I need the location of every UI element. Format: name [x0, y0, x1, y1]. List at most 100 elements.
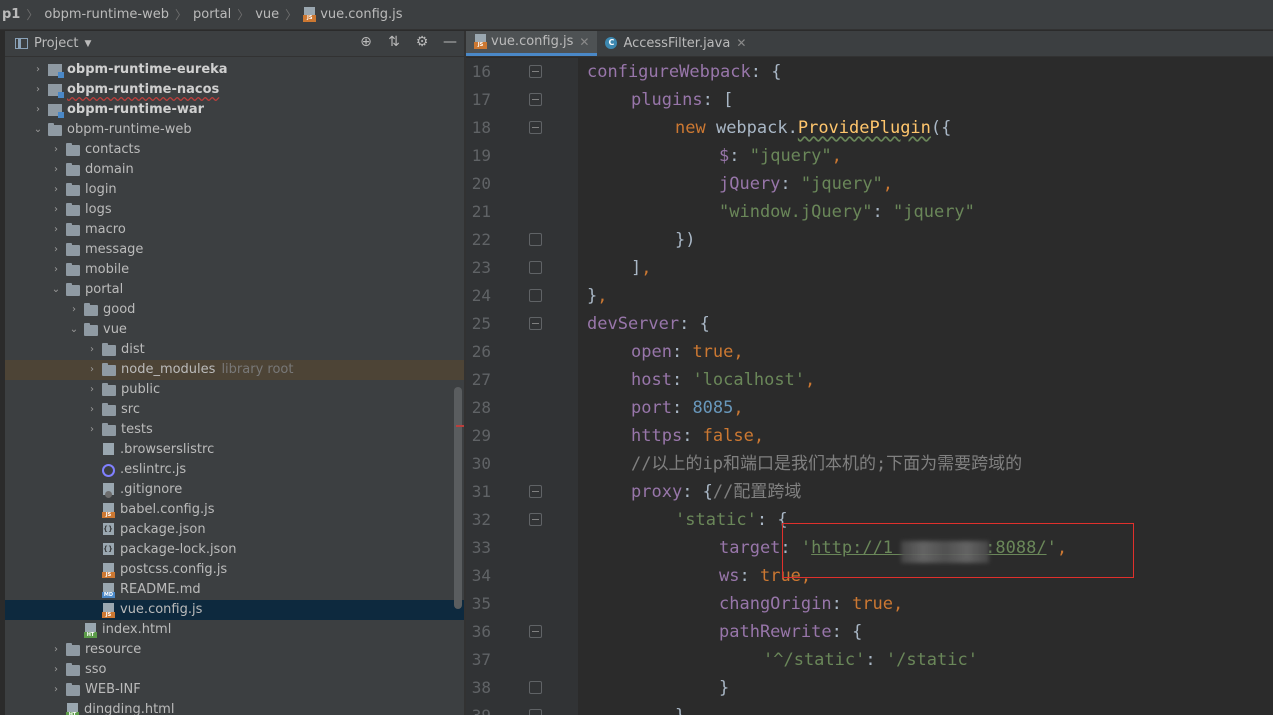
- chevron-right-icon[interactable]: ›: [86, 340, 98, 360]
- code-line[interactable]: 16 configureWebpack: {: [466, 58, 1273, 86]
- code-line[interactable]: 36 pathRewrite: {: [466, 618, 1273, 646]
- code-line[interactable]: 29 https: false,: [466, 422, 1273, 450]
- close-icon[interactable]: ✕: [736, 36, 746, 50]
- tree-item-logs[interactable]: › logs: [5, 200, 464, 220]
- tree-scrollbar[interactable]: [454, 387, 462, 609]
- code-line[interactable]: 39}: [466, 702, 1273, 715]
- tab-vue-config[interactable]: JS vue.config.js ✕: [466, 31, 598, 56]
- chevron-down-icon[interactable]: ⌄: [32, 120, 44, 140]
- tree-item-web-inf[interactable]: › WEB-INF: [5, 680, 464, 700]
- tree-item-public[interactable]: › public: [5, 380, 464, 400]
- chevron-right-icon[interactable]: ›: [86, 380, 98, 400]
- tree-item-sso[interactable]: › sso: [5, 660, 464, 680]
- tree-item-babel-config-js[interactable]: JS babel.config.js: [5, 500, 464, 520]
- chevron-down-icon[interactable]: ⌄: [50, 280, 62, 300]
- chevron-right-icon[interactable]: ›: [32, 60, 44, 80]
- breadcrumb-file[interactable]: vue.config.js: [320, 7, 402, 22]
- tree-item-message[interactable]: › message: [5, 240, 464, 260]
- code-line[interactable]: 38}: [466, 674, 1273, 702]
- tree-item-tests[interactable]: › tests: [5, 420, 464, 440]
- close-icon[interactable]: ✕: [579, 35, 589, 49]
- chevron-right-icon[interactable]: ›: [86, 420, 98, 440]
- tree-item-eslintrc-js[interactable]: .eslintrc.js: [5, 460, 464, 480]
- project-view-selector[interactable]: Project: [34, 36, 78, 51]
- chevron-right-icon[interactable]: ›: [50, 200, 62, 220]
- code-line[interactable]: 17 plugins: [: [466, 86, 1273, 114]
- hide-panel-icon[interactable]: —: [442, 34, 458, 50]
- tree-item-postcss-config-js[interactable]: JS postcss.config.js: [5, 560, 464, 580]
- tree-item-macro[interactable]: › macro: [5, 220, 464, 240]
- code-area[interactable]: 16 configureWebpack: {17 plugins: [18 new w…: [466, 58, 1273, 715]
- breadcrumb-module[interactable]: obpm-runtime-web: [44, 7, 169, 22]
- tree-item-dingding-html[interactable]: HT dingding.html: [5, 700, 464, 715]
- code-line[interactable]: 22}): [466, 226, 1273, 254]
- tree-item-contacts[interactable]: › contacts: [5, 140, 464, 160]
- locate-file-icon[interactable]: ⊕: [358, 34, 374, 50]
- dropdown-caret-icon[interactable]: ▼: [84, 39, 91, 49]
- tree-item-readme-md[interactable]: MD README.md: [5, 580, 464, 600]
- tree-item-browserslistrc[interactable]: .browserslistrc: [5, 440, 464, 460]
- code-line[interactable]: 25 devServer: {: [466, 310, 1273, 338]
- chevron-right-icon[interactable]: ›: [86, 360, 98, 380]
- tree-item-package-lock-json[interactable]: package-lock.json: [5, 539, 464, 560]
- code-line[interactable]: 19 $: "jquery",: [466, 142, 1273, 170]
- fold-marker-icon[interactable]: [529, 317, 542, 330]
- tree-item-obpm-runtime-war[interactable]: › obpm-runtime-war: [5, 100, 464, 120]
- tree-item-vue-config-js[interactable]: JS vue.config.js: [5, 600, 464, 620]
- fold-marker-icon[interactable]: [529, 121, 542, 134]
- tree-item-obpm-runtime-nacos[interactable]: › obpm-runtime-nacos: [5, 80, 464, 100]
- tree-item-mobile[interactable]: › mobile: [5, 260, 464, 280]
- tree-item-package-json[interactable]: package.json: [5, 519, 464, 540]
- chevron-right-icon[interactable]: ›: [50, 660, 62, 680]
- tree-item-vue[interactable]: ⌄ vue: [5, 320, 464, 340]
- tree-item-index-html[interactable]: HT index.html: [5, 620, 464, 640]
- breadcrumb-project[interactable]: p1: [2, 7, 20, 22]
- tree-item-src[interactable]: › src: [5, 400, 464, 420]
- code-line[interactable]: 28 port: 8085,: [466, 394, 1273, 422]
- code-line[interactable]: 26 open: true,: [466, 338, 1273, 366]
- fold-marker-icon[interactable]: [529, 625, 542, 638]
- tree-item-node-modules[interactable]: › node_modules library root: [5, 360, 464, 380]
- fold-marker-icon[interactable]: [529, 681, 542, 694]
- chevron-right-icon[interactable]: ›: [50, 140, 62, 160]
- code-line[interactable]: 21 "window.jQuery": "jquery": [466, 198, 1273, 226]
- code-line[interactable]: 24},: [466, 282, 1273, 310]
- fold-marker-icon[interactable]: [529, 485, 542, 498]
- tree-item-obpm-runtime-web[interactable]: ⌄ obpm-runtime-web: [5, 120, 464, 140]
- tree-item-obpm-runtime-eureka[interactable]: › obpm-runtime-eureka: [5, 60, 464, 80]
- tab-access-filter[interactable]: C AccessFilter.java ✕: [597, 31, 754, 56]
- chevron-right-icon[interactable]: ›: [50, 240, 62, 260]
- code-line[interactable]: 18 new webpack.ProvidePlugin({: [466, 114, 1273, 142]
- chevron-right-icon[interactable]: ›: [50, 160, 62, 180]
- code-line[interactable]: 37 '^/static': '/static': [466, 646, 1273, 674]
- collapse-all-icon[interactable]: ⇅: [386, 34, 402, 50]
- chevron-right-icon[interactable]: ›: [32, 80, 44, 100]
- chevron-right-icon[interactable]: ›: [86, 400, 98, 420]
- fold-marker-icon[interactable]: [529, 233, 542, 246]
- tree-item-good[interactable]: › good: [5, 300, 464, 320]
- code-line[interactable]: 27 host: 'localhost',: [466, 366, 1273, 394]
- code-line[interactable]: 35 changOrigin: true,: [466, 590, 1273, 618]
- tree-item-login[interactable]: › login: [5, 180, 464, 200]
- fold-marker-icon[interactable]: [529, 513, 542, 526]
- code-line[interactable]: 20 jQuery: "jquery",: [466, 170, 1273, 198]
- breadcrumb-vue[interactable]: vue: [255, 7, 279, 22]
- chevron-right-icon[interactable]: ›: [50, 260, 62, 280]
- tree-item-resource[interactable]: › resource: [5, 640, 464, 660]
- code-line[interactable]: 23],: [466, 254, 1273, 282]
- chevron-right-icon[interactable]: ›: [50, 680, 62, 700]
- chevron-right-icon[interactable]: ›: [50, 180, 62, 200]
- gear-icon[interactable]: ⚙: [414, 34, 430, 50]
- chevron-right-icon[interactable]: ›: [50, 220, 62, 240]
- code-line[interactable]: 31 proxy: {//配置跨域: [466, 478, 1273, 506]
- tree-item-gitignore[interactable]: .gitignore: [5, 480, 464, 500]
- fold-marker-icon[interactable]: [529, 709, 542, 715]
- fold-marker-icon[interactable]: [529, 93, 542, 106]
- tree-item-portal[interactable]: ⌄ portal: [5, 280, 464, 300]
- breadcrumb-portal[interactable]: portal: [193, 7, 231, 22]
- tree-item-dist[interactable]: › dist: [5, 340, 464, 360]
- fold-marker-icon[interactable]: [529, 289, 542, 302]
- chevron-down-icon[interactable]: ⌄: [68, 320, 80, 340]
- fold-marker-icon[interactable]: [529, 65, 542, 78]
- tree-item-domain[interactable]: › domain: [5, 160, 464, 180]
